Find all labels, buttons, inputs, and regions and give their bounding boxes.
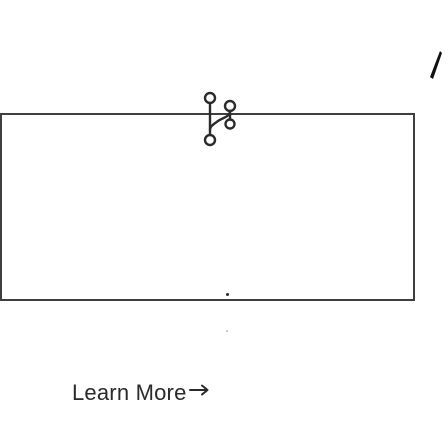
- page: Learn More: [0, 0, 448, 448]
- pen-mark-icon: [430, 51, 442, 79]
- carousel-dot: [226, 293, 229, 296]
- decorative-dot: [226, 330, 228, 332]
- learn-more-label: Learn More: [72, 380, 187, 405]
- git-branch-icon: [203, 91, 237, 147]
- learn-more-link[interactable]: Learn More: [72, 380, 210, 406]
- arrow-right-icon: [188, 384, 209, 396]
